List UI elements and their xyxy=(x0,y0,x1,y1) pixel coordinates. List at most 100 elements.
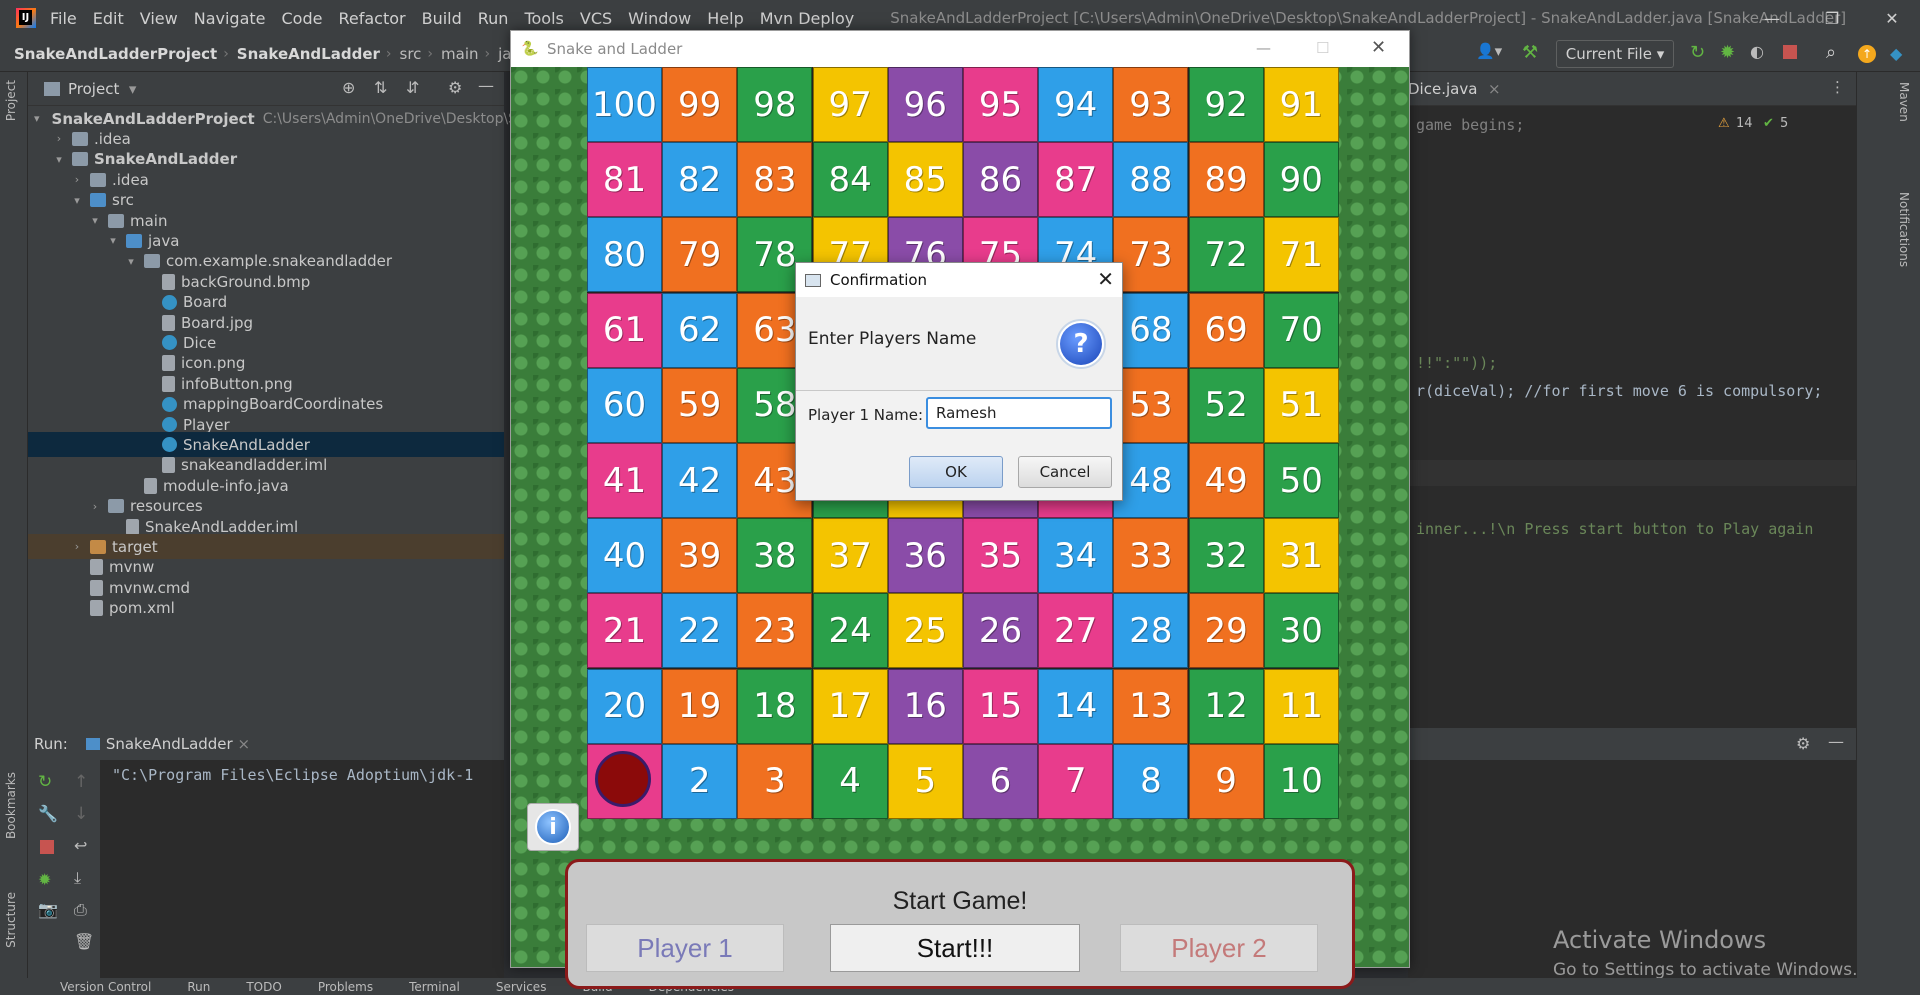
hide-panel-icon[interactable]: — xyxy=(478,76,494,95)
debug-icon[interactable]: ✹ xyxy=(1720,42,1735,63)
chevron-icon[interactable]: ▾ xyxy=(34,112,40,125)
hide-panel-icon[interactable]: — xyxy=(1828,732,1844,751)
board-cell: 21 xyxy=(587,593,662,669)
menu-navigate[interactable]: Navigate xyxy=(194,9,266,28)
breadcrumb-project[interactable]: SnakeAndLadderProject xyxy=(14,45,217,63)
menu-run[interactable]: Run xyxy=(478,9,509,28)
close-icon[interactable]: ✕ xyxy=(1866,0,1918,36)
notifications-tool-tab[interactable]: Notifications xyxy=(1897,192,1911,267)
maximize-icon[interactable]: ☐ xyxy=(1316,39,1329,57)
update-icon[interactable]: ↑ xyxy=(1858,45,1876,63)
trash-icon[interactable]: 🗑 xyxy=(74,932,94,951)
down-icon[interactable]: ↓ xyxy=(74,804,88,824)
menu-view[interactable]: View xyxy=(140,9,178,28)
status-problems[interactable]: Problems xyxy=(318,980,373,994)
run-tab[interactable]: SnakeAndLadder xyxy=(106,735,233,753)
close-icon[interactable]: ✕ xyxy=(1097,267,1114,291)
breadcrumb-main[interactable]: main xyxy=(441,45,478,63)
menu-tools[interactable]: Tools xyxy=(524,9,563,28)
collapse-all-icon[interactable]: ⇵ xyxy=(406,78,419,97)
status-run[interactable]: Run xyxy=(187,980,210,994)
menu-help[interactable]: Help xyxy=(707,9,743,28)
menu-file[interactable]: File xyxy=(50,9,77,28)
warning-icon[interactable]: ⚠ xyxy=(1718,116,1730,131)
up-icon[interactable]: ↑ xyxy=(74,772,88,792)
status-terminal[interactable]: Terminal xyxy=(409,980,460,994)
board-cell: 13 xyxy=(1113,668,1189,744)
chevron-icon[interactable]: ▾ xyxy=(106,234,120,247)
stop-icon[interactable] xyxy=(1783,45,1797,59)
scroll-end-icon[interactable]: ⤓ xyxy=(74,868,81,888)
player2-button[interactable]: Player 2 xyxy=(1120,924,1318,972)
minimize-icon[interactable]: — xyxy=(1256,39,1271,57)
expand-all-icon[interactable]: ⇅ xyxy=(374,78,387,97)
chevron-icon[interactable]: ▾ xyxy=(88,214,102,227)
menu-refactor[interactable]: Refactor xyxy=(338,9,405,28)
menu-window[interactable]: Window xyxy=(628,9,691,28)
search-icon[interactable]: ⌕ xyxy=(1826,42,1836,63)
cancel-button[interactable]: Cancel xyxy=(1018,456,1112,488)
coverage-icon[interactable]: ◐ xyxy=(1750,42,1764,61)
structure-tool-tab[interactable]: Structure xyxy=(4,892,18,948)
player1-name-input[interactable] xyxy=(926,397,1112,429)
breadcrumb-src[interactable]: src xyxy=(400,45,422,63)
intellij-logo-icon: IJ xyxy=(16,8,36,28)
board-cell: 89 xyxy=(1188,142,1264,218)
minimize-icon[interactable]: — xyxy=(1746,0,1798,36)
user-icon[interactable]: 👤▾ xyxy=(1476,42,1516,66)
menu-vcs[interactable]: VCS xyxy=(580,9,612,28)
menu-code[interactable]: Code xyxy=(282,9,323,28)
breadcrumb-module[interactable]: SnakeAndLadder xyxy=(237,45,380,63)
locate-icon[interactable]: ⊕ xyxy=(342,78,355,97)
menu-mvn-deploy[interactable]: Mvn Deploy xyxy=(760,9,855,28)
run-config-select[interactable]: Current File ▾ xyxy=(1556,40,1674,68)
build-hammer-icon[interactable]: ⚒ xyxy=(1522,42,1538,63)
more-icon[interactable]: ⋮ xyxy=(1830,78,1845,96)
check-icon[interactable]: ✔ xyxy=(1763,116,1774,131)
jetbrains-icon[interactable]: ◆ xyxy=(1890,44,1902,63)
rerun-icon[interactable]: ↻ xyxy=(38,772,52,792)
gear-icon[interactable]: ⚙ xyxy=(448,78,462,97)
chevron-icon[interactable]: › xyxy=(52,132,66,145)
dialog-title: Confirmation xyxy=(830,271,928,289)
bookmarks-tool-tab[interactable]: Bookmarks xyxy=(4,772,18,839)
maven-tool-tab[interactable]: Maven xyxy=(1897,82,1911,122)
chevron-icon[interactable]: › xyxy=(70,540,84,553)
tree-item-label: snakeandladder.iml xyxy=(181,456,328,475)
camera-icon[interactable]: 📷 xyxy=(38,900,58,919)
menu-edit[interactable]: Edit xyxy=(93,9,124,28)
wrap-icon[interactable]: ↩ xyxy=(74,836,87,855)
chevron-icon[interactable]: ▾ xyxy=(70,194,84,207)
board-cell: 80 xyxy=(587,217,662,293)
chevron-icon[interactable]: ▾ xyxy=(124,255,138,268)
info-button[interactable]: i xyxy=(527,803,579,851)
tree-item[interactable]: pom.xml xyxy=(28,596,504,621)
status-todo[interactable]: TODO xyxy=(246,980,281,994)
menu-build[interactable]: Build xyxy=(422,9,462,28)
close-icon[interactable]: ✕ xyxy=(1371,37,1386,58)
close-tab-icon[interactable]: × xyxy=(1488,80,1501,98)
tree-item-label: com.example.snakeandladder xyxy=(166,252,393,271)
editor-tab-dice[interactable]: Dice.java xyxy=(1408,80,1477,98)
chevron-icon[interactable]: ▾ xyxy=(52,153,66,166)
debug-icon[interactable]: ✹ xyxy=(38,870,51,889)
player1-button[interactable]: Player 1 xyxy=(586,924,784,972)
print-icon[interactable]: ⎙ xyxy=(74,900,87,920)
restore-icon[interactable]: ❐ xyxy=(1806,0,1858,36)
project-tool-tab[interactable]: Project xyxy=(4,80,18,121)
wrench-icon[interactable]: 🔧 xyxy=(38,804,58,823)
board-cell: 7 xyxy=(1038,743,1114,819)
board-cell: 99 xyxy=(662,67,738,142)
stop-icon[interactable] xyxy=(40,840,54,854)
gear-icon[interactable]: ⚙ xyxy=(1796,734,1810,753)
chevron-down-icon[interactable]: ▾ xyxy=(129,80,137,98)
status-services[interactable]: Services xyxy=(496,980,547,994)
chevron-icon[interactable]: › xyxy=(88,500,102,513)
rerun-icon[interactable]: ↻ xyxy=(1690,42,1705,63)
close-run-tab-icon[interactable]: × xyxy=(238,735,251,753)
chevron-icon[interactable]: › xyxy=(70,173,84,186)
start-button[interactable]: Start!!! xyxy=(830,924,1080,972)
ok-button[interactable]: OK xyxy=(909,456,1003,488)
status-version-control[interactable]: Version Control xyxy=(60,980,151,994)
project-header-label[interactable]: Project xyxy=(68,80,119,98)
